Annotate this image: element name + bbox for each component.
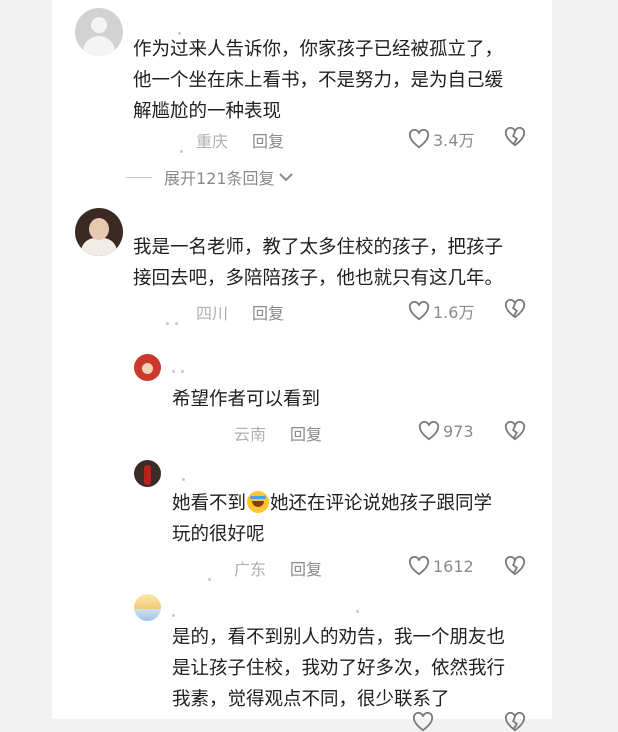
- username-placeholder[interactable]: [172, 358, 190, 373]
- comment-meta: 重庆 回复: [196, 128, 284, 152]
- dislike-icon[interactable]: [504, 712, 526, 732]
- username-placeholder[interactable]: [172, 602, 181, 617]
- reply-button[interactable]: 回复: [290, 560, 322, 579]
- divider-line: [126, 176, 152, 178]
- reply-meta: 云南 回复: [234, 421, 322, 445]
- dislike-icon[interactable]: [504, 127, 526, 147]
- user-avatar[interactable]: [134, 594, 161, 621]
- user-avatar[interactable]: [75, 8, 123, 56]
- username-placeholder[interactable]: [182, 466, 191, 481]
- like-button[interactable]: 1.6万: [408, 299, 474, 323]
- dislike-icon[interactable]: [504, 556, 526, 576]
- like-button[interactable]: 3.4万: [408, 127, 474, 151]
- region-label: 云南: [234, 425, 267, 444]
- comment-text: 我是一名老师，教了太多住校的孩子，把孩子 接回去吧，多陪陪孩子，他也就只有这几年…: [133, 237, 504, 289]
- like-count: 973: [443, 421, 474, 441]
- heart-icon: [408, 129, 430, 149]
- username-placeholder: [180, 138, 189, 153]
- username-placeholder: [208, 566, 217, 581]
- heart-icon[interactable]: [412, 712, 434, 732]
- user-avatar[interactable]: [134, 460, 161, 487]
- expand-replies-button[interactable]: 展开121条回复: [126, 165, 294, 189]
- username-placeholder: [356, 598, 365, 613]
- username-placeholder: [166, 310, 184, 325]
- reply-button[interactable]: 回复: [252, 132, 284, 151]
- region-label: 重庆: [196, 132, 229, 151]
- heart-icon: [408, 556, 430, 576]
- like-button[interactable]: 1612: [408, 556, 474, 576]
- dislike-icon[interactable]: [504, 421, 526, 441]
- like-count: 3.4万: [433, 131, 475, 150]
- laughing-emoji-icon: [247, 491, 270, 513]
- heart-icon: [418, 421, 440, 441]
- comment-meta: 四川 回复: [196, 300, 284, 324]
- comment-text: 作为过来人告诉你，你家孩子已经被孤立了， 他一个坐在床上看书，不是努力，是为自己…: [133, 39, 504, 122]
- reply-text: 是的，看不到别人的劝告，我一个朋友也 是让孩子住校，我劝了好多次，依然我行 我素…: [172, 627, 506, 710]
- chevron-down-icon: [278, 173, 293, 182]
- reply-button[interactable]: 回复: [252, 304, 284, 323]
- like-button[interactable]: 973: [418, 421, 474, 441]
- reply-text: 希望作者可以看到: [172, 389, 321, 410]
- username-placeholder[interactable]: [178, 20, 187, 35]
- user-avatar[interactable]: [134, 354, 161, 381]
- reply-button[interactable]: 回复: [290, 425, 322, 444]
- heart-icon: [408, 301, 430, 321]
- user-avatar[interactable]: [75, 208, 123, 256]
- reply-meta: 广东 回复: [234, 556, 322, 580]
- region-label: 广东: [234, 560, 267, 579]
- reply-text: 她看不到 她还在评论说她孩子跟同学 玩的很好呢: [172, 491, 493, 545]
- dislike-icon[interactable]: [504, 299, 526, 319]
- like-count: 1.6万: [433, 303, 475, 322]
- region-label: 四川: [196, 304, 229, 323]
- expand-replies-label: 展开121条回复: [164, 169, 275, 188]
- like-count: 1612: [433, 556, 474, 576]
